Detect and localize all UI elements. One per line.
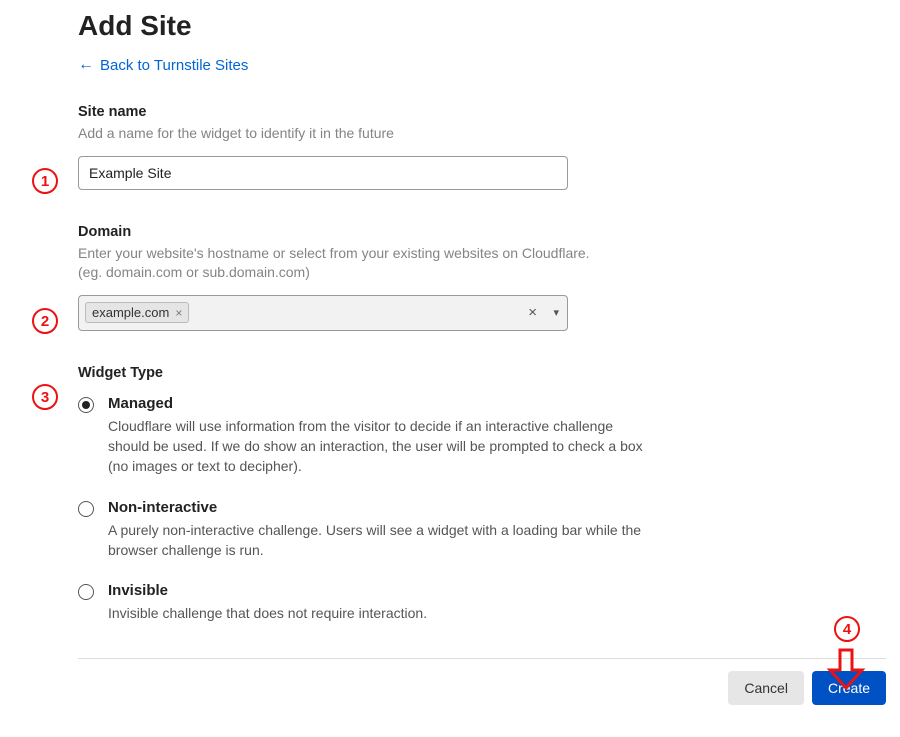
annotation-step-4: 4 (834, 616, 860, 642)
radio-icon[interactable] (78, 397, 94, 413)
annotation-step-1: 1 (32, 168, 58, 194)
back-link[interactable]: ← Back to Turnstile Sites (78, 56, 248, 74)
clear-icon[interactable]: × (528, 304, 537, 321)
domain-chip-label: example.com (92, 305, 169, 320)
radio-desc: A purely non-interactive challenge. User… (108, 520, 648, 561)
site-name-label: Site name (78, 104, 880, 120)
footer-actions: Cancel Create (78, 671, 886, 705)
back-link-label: Back to Turnstile Sites (100, 57, 248, 74)
cancel-button[interactable]: Cancel (728, 671, 804, 705)
domain-input[interactable]: example.com × × ▾ (78, 295, 568, 331)
annotation-step-3: 3 (32, 384, 58, 410)
radio-title: Managed (108, 395, 648, 412)
annotation-step-2: 2 (32, 308, 58, 334)
radio-title: Invisible (108, 582, 648, 599)
domain-hint: Enter your website's hostname or select … (78, 244, 598, 283)
radio-option-managed[interactable]: Managed Cloudflare will use information … (78, 395, 648, 477)
radio-option-noninteractive[interactable]: Non-interactive A purely non-interactive… (78, 499, 648, 561)
site-name-input[interactable] (78, 156, 568, 190)
divider (78, 658, 886, 659)
radio-icon[interactable] (78, 501, 94, 517)
page-title: Add Site (78, 10, 880, 42)
domain-label: Domain (78, 224, 880, 240)
annotation-arrow-icon (826, 648, 866, 690)
radio-icon[interactable] (78, 584, 94, 600)
chevron-down-icon[interactable]: ▾ (553, 306, 559, 319)
radio-option-invisible[interactable]: Invisible Invisible challenge that does … (78, 582, 648, 623)
radio-desc: Invisible challenge that does not requir… (108, 603, 648, 623)
site-name-hint: Add a name for the widget to identify it… (78, 124, 598, 144)
arrow-left-icon: ← (78, 56, 94, 74)
radio-desc: Cloudflare will use information from the… (108, 416, 648, 477)
domain-chip[interactable]: example.com × (85, 302, 189, 323)
widget-type-label: Widget Type (78, 365, 880, 381)
chip-remove-icon[interactable]: × (175, 306, 182, 320)
widget-type-radio-group: Managed Cloudflare will use information … (78, 395, 880, 624)
radio-title: Non-interactive (108, 499, 648, 516)
